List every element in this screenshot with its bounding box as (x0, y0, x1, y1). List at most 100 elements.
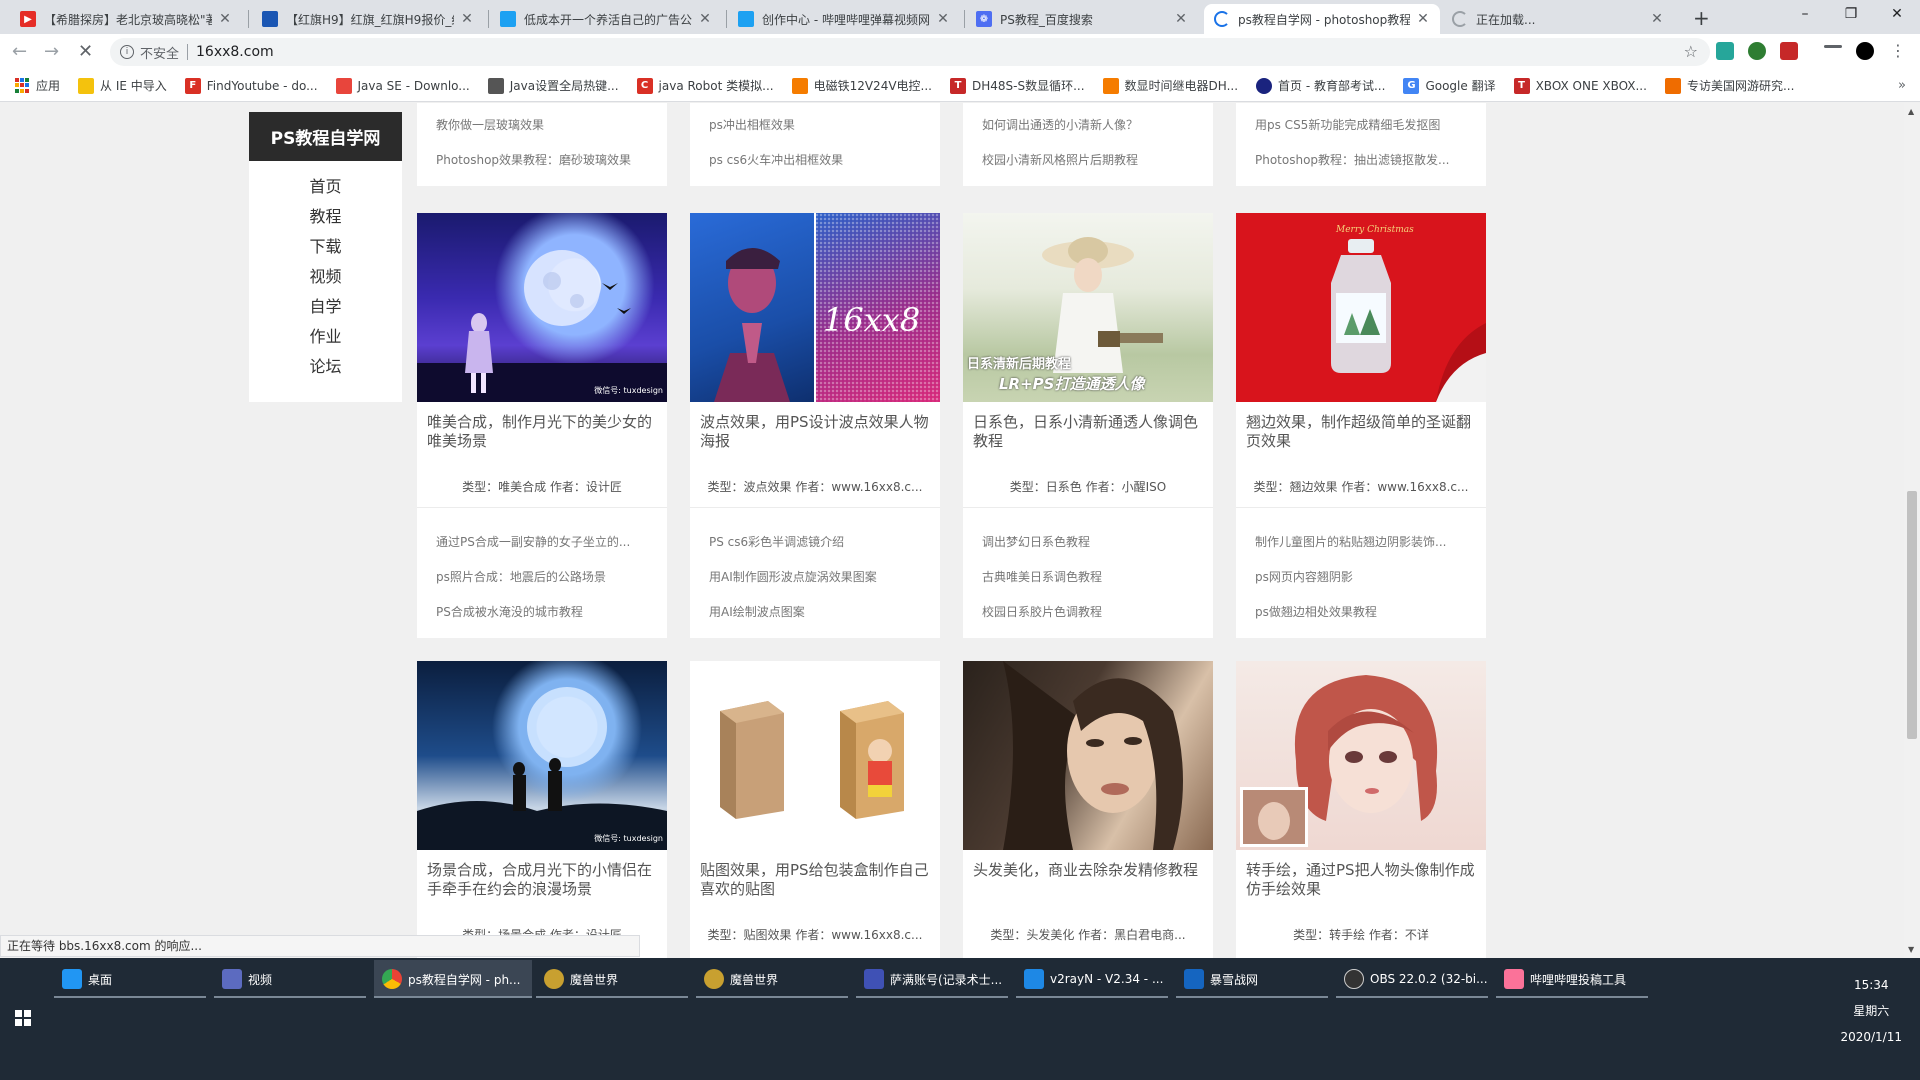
bookmark-item[interactable]: 专访美国网游研究... (1664, 77, 1794, 94)
minimize-button[interactable]: – (1782, 6, 1828, 22)
close-tab-icon[interactable]: ✕ (698, 11, 712, 27)
bookmark-item[interactable]: Cjava Robot 类模拟... (636, 77, 774, 94)
bookmark-item[interactable]: F FindYoutube - do... (184, 77, 318, 94)
start-button[interactable] (15, 1010, 31, 1026)
bookmark-item[interactable]: Java SE - Downlo... (335, 77, 470, 94)
extension-icon[interactable] (1748, 42, 1766, 60)
related-link[interactable]: 通过PS合成一副安静的女子坐立的... (436, 533, 651, 550)
tutorial-thumbnail[interactable]: 微信号: tuxdesign (417, 661, 667, 850)
site-logo[interactable]: PS教程自学网 (249, 112, 402, 161)
more-bookmarks-icon[interactable]: » (1898, 78, 1906, 93)
address-bar[interactable]: i 不安全 16xx8.com ☆ (110, 38, 1710, 66)
browser-tab[interactable]: 正在加载... ✕ (1442, 4, 1674, 34)
related-link[interactable]: 校园小清新风格照片后期教程 (982, 151, 1197, 168)
close-tab-icon[interactable]: ✕ (218, 11, 232, 27)
related-link[interactable]: 如何调出通透的小清新人像？ (982, 116, 1197, 133)
site-nav-item[interactable]: 自学 (249, 292, 402, 322)
extension-icon[interactable] (1780, 42, 1798, 60)
bookmark-item[interactable]: G Google 翻译 (1403, 77, 1496, 94)
taskbar-item[interactable]: 暴雪战网 (1176, 960, 1328, 998)
card-title[interactable]: 日系色，日系小清新通透人像调色教程 (973, 413, 1205, 451)
url-text[interactable]: 16xx8.com (196, 44, 274, 60)
close-tab-icon[interactable]: ✕ (1650, 11, 1664, 27)
related-link[interactable]: 用AI制作圆形波点旋涡效果图案 (709, 568, 924, 585)
related-link[interactable]: Photoshop效果教程：磨砂玻璃效果 (436, 151, 651, 168)
related-link[interactable]: ps网页内容翘阴影 (1255, 568, 1470, 585)
taskbar-item[interactable]: 桌面 (54, 960, 206, 998)
related-link[interactable]: ps做翘边相处效果教程 (1255, 603, 1470, 620)
system-clock[interactable]: 15:34 星期六 2020/1/11 (1840, 972, 1902, 1050)
browser-tab[interactable]: ❁ PS教程_百度搜索 ✕ (966, 4, 1198, 34)
tutorial-thumbnail[interactable]: 日系清新后期教程 LR+PS打造通透人像 (963, 213, 1213, 402)
forward-button[interactable]: → (44, 41, 59, 62)
bookmark-apps[interactable]: 应用 (14, 77, 60, 94)
browser-tab[interactable]: ▶ 【希腊探房】老北京玻高晓松"著 ✕ (10, 4, 242, 34)
bookmark-item[interactable]: 首页 - 教育部考试... (1256, 77, 1385, 94)
site-nav-item[interactable]: 首页 (249, 172, 402, 202)
card-title[interactable]: 转手绘，通过PS把人物头像制作成仿手绘效果 (1246, 861, 1478, 899)
site-nav-item[interactable]: 下载 (249, 232, 402, 262)
card-title[interactable]: 翘边效果，制作超级简单的圣诞翻页效果 (1246, 413, 1478, 451)
card-title[interactable]: 唯美合成，制作月光下的美少女的唯美场景 (427, 413, 659, 451)
taskbar-item[interactable]: OBS 22.0.2 (32-bi... (1336, 960, 1488, 998)
scroll-thumb[interactable] (1907, 491, 1917, 739)
bookmark-item[interactable]: 电磁铁12V24V电控... (791, 77, 932, 94)
taskbar-item[interactable]: 魔兽世界 (696, 960, 848, 998)
related-link[interactable]: ps冲出相框效果 (709, 116, 924, 133)
tutorial-thumbnail[interactable] (963, 661, 1213, 850)
taskbar-item[interactable]: v2rayN - V2.34 - ... (1016, 960, 1168, 998)
scroll-down-arrow-icon[interactable]: ▼ (1908, 945, 1914, 954)
page-scrollbar[interactable]: ▲ ▼ (1904, 103, 1920, 958)
taskbar-item-active[interactable]: ps教程自学网 - ph... (374, 960, 532, 998)
related-link[interactable]: Photoshop教程：抽出滤镜抠散发... (1255, 151, 1470, 168)
card-title[interactable]: 头发美化，商业去除杂发精修教程 (973, 861, 1205, 880)
related-link[interactable]: PS cs6彩色半调滤镜介绍 (709, 533, 924, 550)
site-nav-item[interactable]: 教程 (249, 202, 402, 232)
card-title[interactable]: 场景合成，合成月光下的小情侣在手牵手在约会的浪漫场景 (427, 861, 659, 899)
related-link[interactable]: ps照片合成：地震后的公路场景 (436, 568, 651, 585)
bookmark-item[interactable]: T XBOX ONE XBOX... (1513, 77, 1647, 94)
close-window-button[interactable]: ✕ (1874, 6, 1920, 22)
close-tab-icon[interactable]: ✕ (1416, 11, 1430, 27)
card-title[interactable]: 波点效果，用PS设计波点效果人物海报 (700, 413, 932, 451)
security-label[interactable]: 不安全 (140, 43, 179, 62)
maximize-button[interactable]: ❐ (1828, 6, 1874, 22)
media-control-icon[interactable] (1824, 45, 1842, 48)
close-tab-icon[interactable]: ✕ (460, 11, 474, 27)
tutorial-thumbnail[interactable]: 16xx8 (690, 213, 940, 402)
close-tab-icon[interactable]: ✕ (1174, 11, 1188, 27)
related-link[interactable]: 校园日系胶片色调教程 (982, 603, 1197, 620)
stop-loading-button[interactable]: ✕ (78, 41, 93, 62)
browser-tab-active[interactable]: ps教程自学网 - photoshop教程 ✕ (1204, 4, 1440, 34)
menu-kebab-icon[interactable]: ⋮ (1890, 41, 1906, 60)
info-icon[interactable]: i (120, 45, 134, 59)
bookmark-item[interactable]: 从 IE 中导入 (78, 77, 167, 94)
bookmark-item[interactable]: 数显时间继电器DH... (1102, 77, 1238, 94)
related-link[interactable]: 用ps CS5新功能完成精细毛发抠图 (1255, 116, 1470, 133)
bookmark-item[interactable]: Java设置全局热键... (487, 77, 619, 94)
related-link[interactable]: 调出梦幻日系色教程 (982, 533, 1197, 550)
profile-avatar[interactable] (1856, 42, 1874, 60)
taskbar-item[interactable]: 哔哩哔哩投稿工具 (1496, 960, 1648, 998)
browser-tab[interactable]: 低成本开一个养活自己的广告公 ✕ (490, 4, 722, 34)
tutorial-thumbnail[interactable]: 微信号: tuxdesign (417, 213, 667, 402)
related-link[interactable]: ps cs6火车冲出相框效果 (709, 151, 924, 168)
site-nav-item[interactable]: 作业 (249, 322, 402, 352)
taskbar-item[interactable]: 萨满账号(记录术士... (856, 960, 1008, 998)
browser-tab[interactable]: 创作中心 - 哔哩哔哩弹幕视频网 ✕ (728, 4, 960, 34)
site-nav-item[interactable]: 论坛 (249, 352, 402, 382)
card-title[interactable]: 贴图效果，用PS给包装盒制作自己喜欢的贴图 (700, 861, 932, 899)
related-link[interactable]: PS合成被水淹没的城市教程 (436, 603, 651, 620)
taskbar-item[interactable]: 视频 (214, 960, 366, 998)
related-link[interactable]: 教你做一层玻璃效果 (436, 116, 651, 133)
related-link[interactable]: 古典唯美日系调色教程 (982, 568, 1197, 585)
related-link[interactable]: 制作儿童图片的粘贴翘边阴影装饰... (1255, 533, 1470, 550)
related-link[interactable]: 用AI绘制波点图案 (709, 603, 924, 620)
new-tab-button[interactable]: + (1693, 6, 1710, 30)
taskbar-item[interactable]: 魔兽世界 (536, 960, 688, 998)
back-button[interactable]: ← (12, 41, 27, 62)
extension-icon[interactable] (1716, 42, 1734, 60)
site-nav-item[interactable]: 视频 (249, 262, 402, 292)
close-tab-icon[interactable]: ✕ (936, 11, 950, 27)
tutorial-thumbnail[interactable] (1236, 661, 1486, 850)
